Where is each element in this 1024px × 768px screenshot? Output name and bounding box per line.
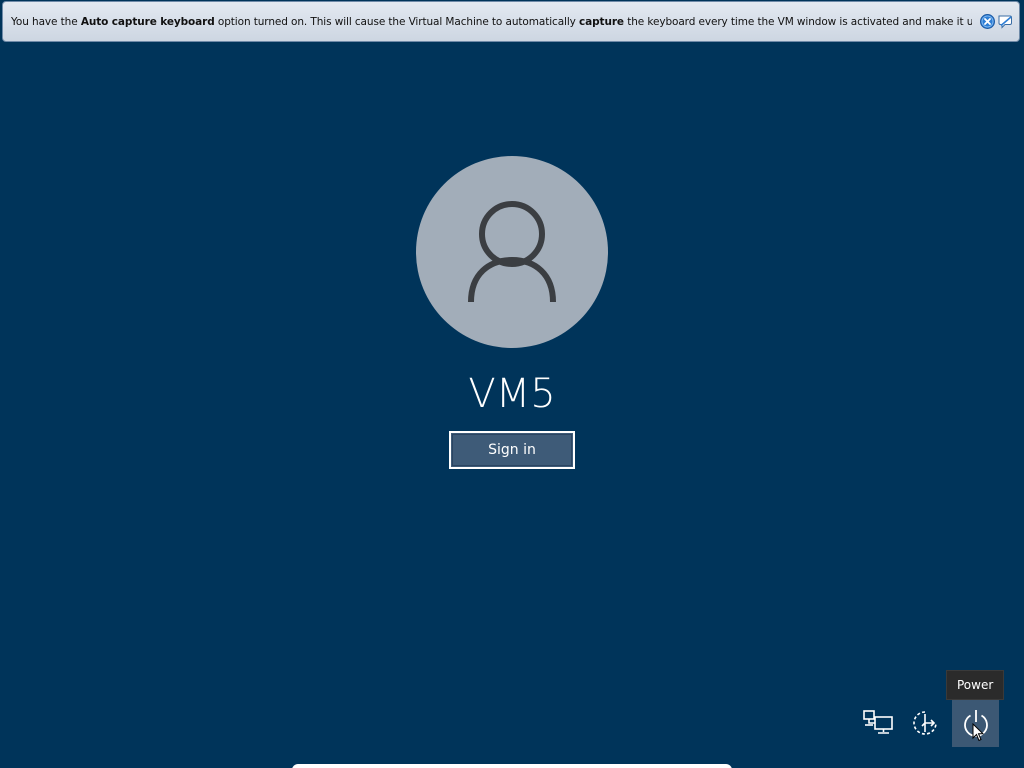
ease-of-access-icon[interactable] <box>910 706 944 740</box>
notification-text-part: the keyboard every time the VM window is… <box>627 15 972 28</box>
close-icon[interactable] <box>980 14 995 29</box>
notification-bar: You have the Auto capture keyboard optio… <box>2 1 1020 42</box>
notification-text-part: option turned on. This will cause the Vi… <box>214 15 580 28</box>
user-avatar <box>416 156 608 348</box>
bottom-panel-edge <box>292 764 732 768</box>
notification-text-part: You have the <box>11 15 81 28</box>
notification-icons <box>980 14 1013 29</box>
network-icon[interactable] <box>862 706 896 740</box>
mouse-cursor-icon <box>972 723 984 742</box>
vm-screen: You have the Auto capture keyboard optio… <box>0 0 1024 768</box>
user-name: VM5 <box>468 371 556 417</box>
power-tooltip: Power <box>946 670 1005 700</box>
sign-in-button[interactable]: Sign in <box>449 431 575 469</box>
notification-bold-text: Auto capture keyboard <box>80 15 215 28</box>
user-icon <box>468 201 556 303</box>
notification-bold-text: capture <box>579 15 624 28</box>
dont-show-again-icon[interactable] <box>998 14 1013 29</box>
notification-text: You have the Auto capture keyboard optio… <box>11 16 972 28</box>
